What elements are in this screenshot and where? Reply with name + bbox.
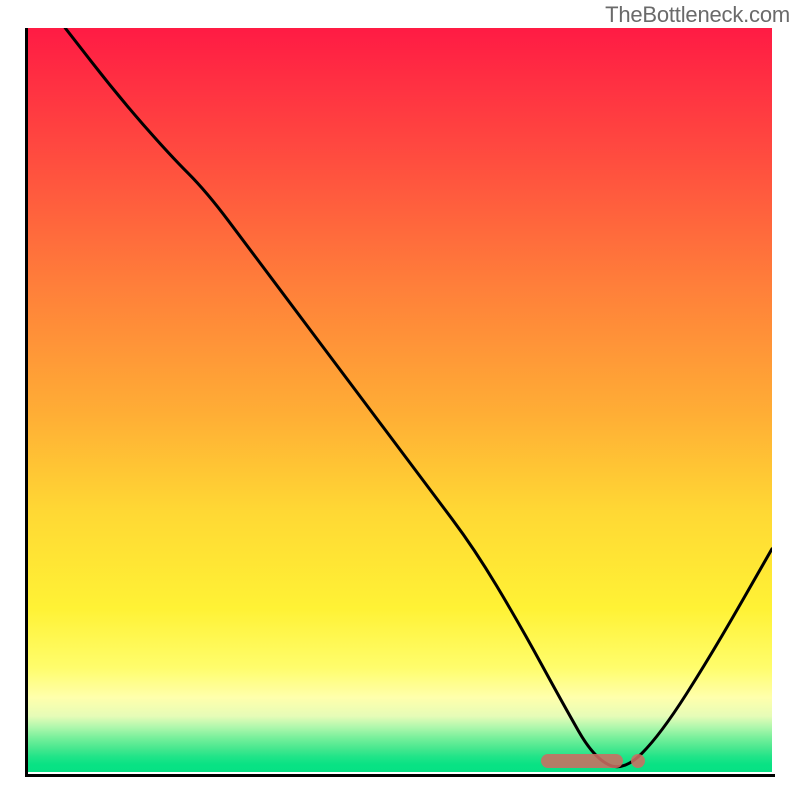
y-axis <box>25 28 28 777</box>
optimal-range-marker <box>541 754 623 768</box>
optimal-point-marker <box>631 754 645 768</box>
x-axis <box>25 774 775 777</box>
line-series-bottleneck-curve <box>28 28 772 772</box>
watermark-text: TheBottleneck.com <box>605 2 790 28</box>
